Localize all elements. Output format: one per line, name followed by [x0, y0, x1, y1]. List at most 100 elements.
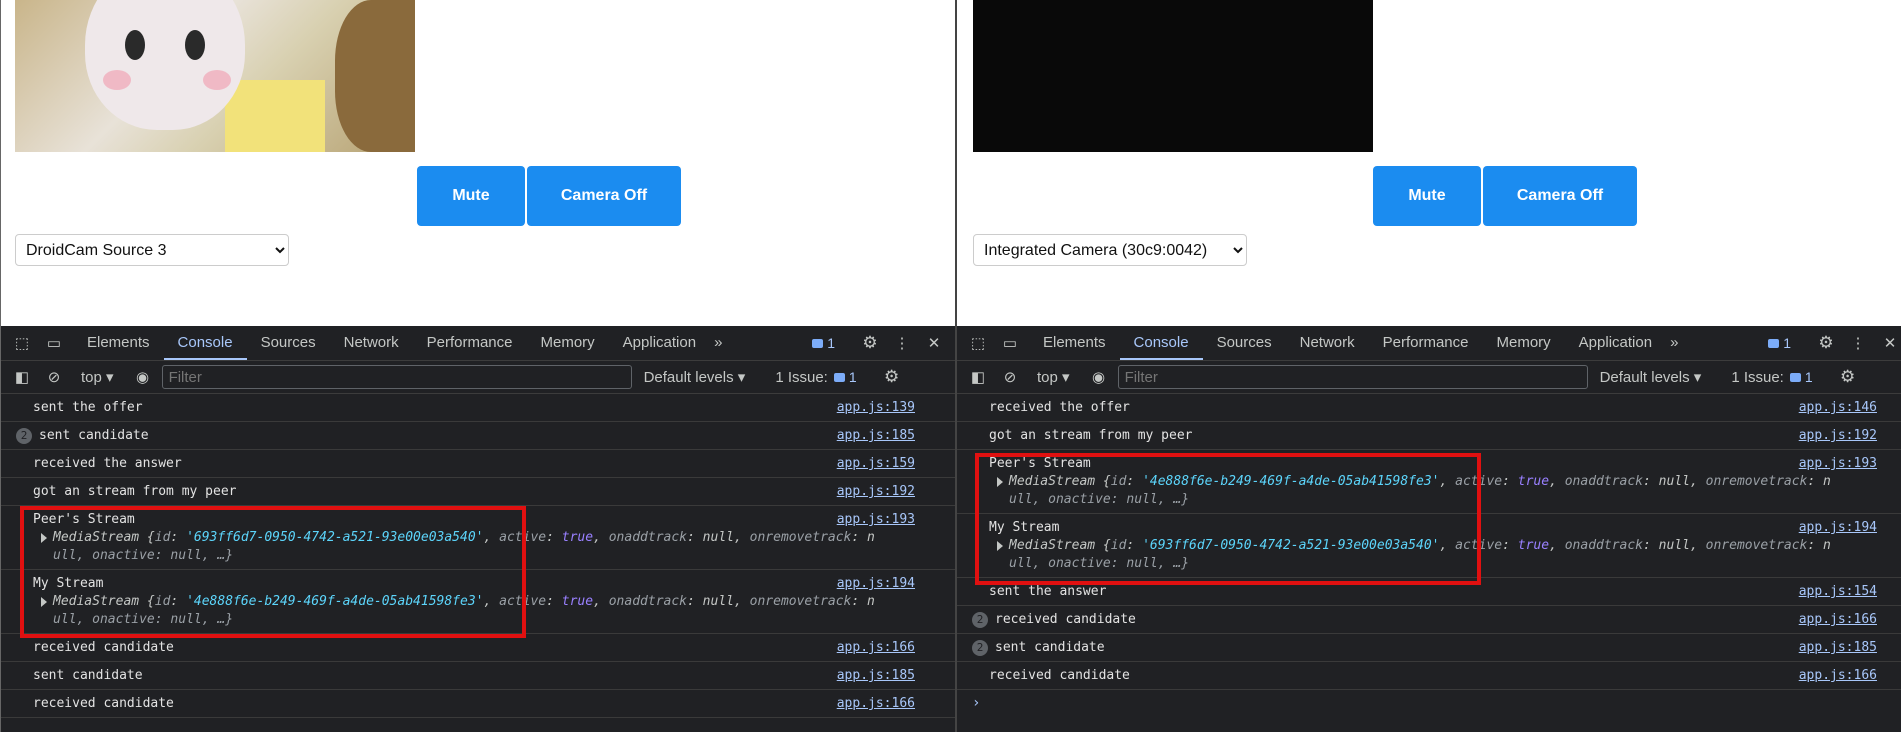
console-row: 2 sent candidate app.js:185 [1, 422, 955, 450]
expand-triangle-icon[interactable] [997, 476, 1003, 487]
console-row: received the answer app.js:159 [1, 450, 955, 478]
context-selector[interactable]: top ▾ [81, 368, 114, 386]
devtools-panel: ⬚ ▭ Elements Console Sources Network Per… [1, 326, 955, 732]
console-row: received candidate app.js:166 [1, 634, 955, 662]
filter-input[interactable] [161, 365, 632, 389]
mediastream-object[interactable]: MediaStream {id: '693ff6d7-0950-4742-a52… [989, 537, 1901, 555]
log-message: received candidate [33, 640, 174, 655]
object-continuation: ull, onactive: null, …} [1009, 492, 1190, 507]
repeat-count-badge: 2 [972, 612, 988, 628]
tab-sources[interactable]: Sources [1203, 326, 1286, 360]
more-tabs-icon[interactable]: » [1666, 326, 1682, 360]
console-settings-icon[interactable]: ⚙ [881, 366, 903, 388]
object-continuation: ull, onactive: null, …} [53, 612, 234, 627]
log-message: Peer's Stream [989, 456, 1091, 471]
close-icon[interactable]: ✕ [923, 332, 945, 354]
console-settings-icon[interactable]: ⚙ [1837, 366, 1859, 388]
source-link[interactable]: app.js:166 [1799, 666, 1877, 685]
tab-console[interactable]: Console [163, 326, 247, 360]
tab-elements[interactable]: Elements [1029, 326, 1120, 360]
eye-icon[interactable]: ◉ [132, 366, 154, 388]
source-link[interactable]: app.js:194 [837, 574, 915, 593]
mediastream-object[interactable]: MediaStream {id: '693ff6d7-0950-4742-a52… [33, 529, 955, 547]
tab-performance[interactable]: Performance [1369, 326, 1483, 360]
tab-elements[interactable]: Elements [73, 326, 164, 360]
camera-select[interactable]: Integrated Camera (30c9:0042) [973, 234, 1247, 266]
tab-console[interactable]: Console [1119, 326, 1203, 360]
log-message: got an stream from my peer [989, 428, 1193, 443]
eye-icon[interactable]: ◉ [1088, 366, 1110, 388]
console-row: sent the answer app.js:154 [957, 578, 1901, 606]
issues-badge[interactable]: 1 [1768, 335, 1791, 351]
device-toolbar-icon[interactable]: ▭ [43, 332, 65, 354]
source-link[interactable]: app.js:146 [1799, 398, 1877, 417]
tab-sources[interactable]: Sources [247, 326, 330, 360]
camera-off-button[interactable]: Camera Off [527, 166, 681, 226]
right-page-content: Mute Camera Off Integrated Camera (30c9:… [957, 0, 1901, 326]
tab-performance[interactable]: Performance [413, 326, 527, 360]
sidebar-toggle-icon[interactable]: ◧ [11, 366, 33, 388]
gear-icon[interactable]: ⚙ [859, 332, 881, 354]
default-levels-dropdown[interactable]: Default levels ▾ [1600, 368, 1702, 386]
more-tabs-icon[interactable]: » [710, 326, 726, 360]
gear-icon[interactable]: ⚙ [1815, 332, 1837, 354]
tab-network[interactable]: Network [1286, 326, 1369, 360]
console-log-list: sent the offer app.js:139 2 sent candida… [1, 394, 955, 718]
source-link[interactable]: app.js:192 [837, 482, 915, 501]
inspect-element-icon[interactable]: ⬚ [11, 332, 33, 354]
expand-triangle-icon[interactable] [997, 540, 1003, 551]
kebab-menu-icon[interactable]: ⋮ [1847, 332, 1869, 354]
filter-input[interactable] [1117, 365, 1588, 389]
source-link[interactable]: app.js:194 [1799, 518, 1877, 537]
left-browser-pane: Mute Camera Off DroidCam Source 3 ⬚ ▭ El… [0, 0, 957, 732]
kebab-menu-icon[interactable]: ⋮ [891, 332, 913, 354]
default-levels-dropdown[interactable]: Default levels ▾ [644, 368, 746, 386]
tab-memory[interactable]: Memory [527, 326, 609, 360]
issues-badge[interactable]: 1 [812, 335, 835, 351]
clear-console-icon[interactable]: ⊘ [999, 366, 1021, 388]
tab-application[interactable]: Application [609, 326, 710, 360]
expand-triangle-icon[interactable] [41, 532, 47, 543]
mediastream-object[interactable]: MediaStream {id: '4e888f6e-b249-469f-a4d… [33, 593, 955, 611]
issues-counter[interactable]: 1 Issue: 1 [1731, 369, 1812, 386]
clear-console-icon[interactable]: ⊘ [43, 366, 65, 388]
camera-select[interactable]: DroidCam Source 3 [15, 234, 289, 266]
source-link[interactable]: app.js:185 [837, 666, 915, 685]
console-prompt[interactable]: › [957, 690, 1901, 716]
console-row-object: My Stream app.js:194 MediaStream {id: '4… [1, 570, 955, 634]
console-row: 2 received candidate app.js:166 [957, 606, 1901, 634]
tab-application[interactable]: Application [1565, 326, 1666, 360]
message-icon [812, 338, 824, 348]
context-selector[interactable]: top ▾ [1037, 368, 1070, 386]
close-icon[interactable]: ✕ [1879, 332, 1901, 354]
console-row: sent the offer app.js:139 [1, 394, 955, 422]
mute-button[interactable]: Mute [417, 166, 525, 226]
source-link[interactable]: app.js:154 [1799, 582, 1877, 601]
tab-network[interactable]: Network [330, 326, 413, 360]
object-continuation: ull, onactive: null, …} [53, 548, 234, 563]
expand-triangle-icon[interactable] [41, 596, 47, 607]
console-row-object: Peer's Stream app.js:193 MediaStream {id… [1, 506, 955, 570]
log-message: received candidate [995, 612, 1136, 627]
source-link[interactable]: app.js:185 [837, 426, 915, 445]
inspect-element-icon[interactable]: ⬚ [967, 332, 989, 354]
source-link[interactable]: app.js:193 [1799, 454, 1877, 473]
source-link[interactable]: app.js:185 [1799, 638, 1877, 657]
source-link[interactable]: app.js:159 [837, 454, 915, 473]
tab-memory[interactable]: Memory [1483, 326, 1565, 360]
device-toolbar-icon[interactable]: ▭ [999, 332, 1021, 354]
log-message: received candidate [33, 696, 174, 711]
remote-video [973, 0, 1373, 152]
source-link[interactable]: app.js:166 [837, 638, 915, 657]
source-link[interactable]: app.js:192 [1799, 426, 1877, 445]
sidebar-toggle-icon[interactable]: ◧ [967, 366, 989, 388]
camera-off-button[interactable]: Camera Off [1483, 166, 1637, 226]
source-link[interactable]: app.js:139 [837, 398, 915, 417]
issues-counter[interactable]: 1 Issue: 1 [775, 369, 856, 386]
source-link[interactable]: app.js:166 [1799, 610, 1877, 629]
source-link[interactable]: app.js:166 [837, 694, 915, 713]
mediastream-object[interactable]: MediaStream {id: '4e888f6e-b249-469f-a4d… [989, 473, 1901, 491]
console-toolbar: ◧ ⊘ top ▾ ◉ Default levels ▾ 1 Issue:1 ⚙ [957, 361, 1901, 394]
mute-button[interactable]: Mute [1373, 166, 1481, 226]
source-link[interactable]: app.js:193 [837, 510, 915, 529]
